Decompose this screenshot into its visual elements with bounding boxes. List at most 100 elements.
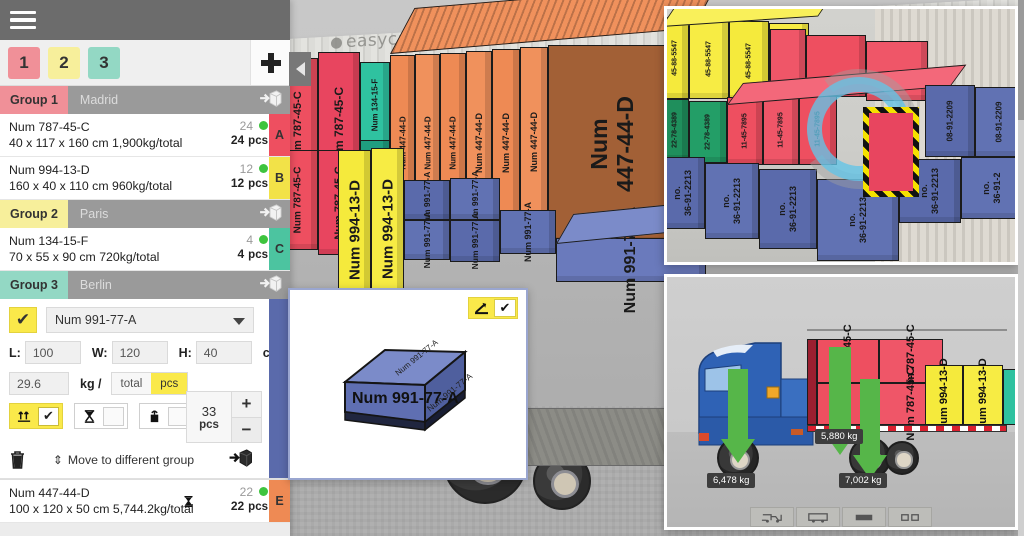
trailer-cargo-box[interactable]: Num 994-13-D: [925, 358, 963, 432]
trailer-cargo-box[interactable]: Num 994-13-D: [963, 358, 1003, 432]
cargo-editor-panel: ✔ Num 991-77-A L: W: H: cm kg / tota: [0, 299, 290, 443]
chevron-left-icon: [295, 62, 305, 76]
dimensions-row: L: W: H: cm: [9, 341, 281, 364]
view-pallet-button[interactable]: [888, 507, 932, 527]
weight-input[interactable]: [9, 372, 69, 395]
group-city: Berlin: [79, 278, 112, 292]
crate-label: 22-78-4389: [671, 112, 679, 148]
cargo-list-item[interactable]: Num 447-44-D 100 x 120 x 50 cm 5,744.2kg…: [0, 479, 290, 523]
item-badge: B: [269, 157, 290, 199]
weight-mode-pcs[interactable]: pcs: [151, 373, 188, 394]
rotate-tool-button[interactable]: [469, 298, 493, 318]
confirm-tool-button[interactable]: ✔: [494, 299, 516, 317]
hamburger-icon[interactable]: [10, 10, 36, 30]
group-header-1[interactable]: Group 1 Madrid: [0, 86, 290, 114]
crate-label: 45-88-5547: [705, 41, 713, 77]
group-header-3[interactable]: Group 3 Berlin: [0, 271, 290, 299]
quantity-value: 33: [201, 403, 217, 419]
crate-label: 08-91-2209: [945, 100, 955, 142]
pcs-label: pcs: [248, 501, 268, 513]
quantity-value-wrap: 33 pcs: [187, 392, 231, 442]
this-side-up-checkbox[interactable]: ✔: [38, 406, 59, 426]
crate-box[interactable]: 08-91-2209: [975, 87, 1015, 157]
move-to-group-button[interactable]: ⇕ Move to different group: [18, 453, 229, 467]
add-box-to-group-icon[interactable]: [260, 204, 282, 224]
pcs-label: pcs: [248, 178, 268, 190]
toggle-this-side-up[interactable]: ✔: [9, 403, 63, 429]
group-header-2[interactable]: Group 2 Paris: [0, 200, 290, 228]
height-input[interactable]: [195, 341, 252, 364]
length-input[interactable]: [24, 341, 81, 364]
crate-label: 11-45-7895: [741, 113, 749, 149]
axle-load-label-front: 6,478 kg: [707, 473, 756, 488]
no-stack-checkbox[interactable]: [103, 406, 124, 426]
toggle-fragile[interactable]: [139, 403, 193, 429]
add-group-button[interactable]: [250, 40, 290, 85]
top-bar: [0, 0, 290, 40]
view-container-button[interactable]: [842, 507, 886, 527]
crate-box[interactable]: 22-78-4389: [667, 99, 689, 161]
scrollbar-thumb[interactable]: [1018, 0, 1024, 120]
crate-box[interactable]: no. 36-91-2213: [705, 163, 759, 239]
cargo-box[interactable]: Num 994-13-D: [338, 150, 371, 310]
group-tag: Group 3: [0, 271, 68, 299]
crate-box[interactable]: 45-88-5547: [689, 19, 729, 99]
cargo-list-item[interactable]: Num 134-15-F 70 x 55 x 90 cm 720kg/total…: [0, 228, 290, 271]
toggle-no-stack[interactable]: [74, 403, 128, 429]
item-quantity: 24 24 pcs: [204, 119, 268, 147]
box-preview-popup: ✔ Num 991-77-A Num 991-77-A Num 991-77-A: [288, 288, 528, 480]
cargo-list-item[interactable]: Num 787-45-C 40 x 117 x 160 cm 1,900kg/t…: [0, 114, 290, 157]
crate-box[interactable]: 22-78-4389: [689, 101, 727, 163]
cargo-type-select[interactable]: Num 991-77-A: [46, 307, 254, 333]
collapse-sidebar-button[interactable]: [289, 52, 311, 86]
width-input[interactable]: [111, 341, 168, 364]
crate-box[interactable]: no. 36-91-2213: [667, 157, 705, 229]
crate-box[interactable]: no. 36-91-2213: [759, 169, 817, 249]
add-box-to-group-icon[interactable]: [260, 90, 282, 110]
view-trailer-button[interactable]: [796, 507, 840, 527]
quantity-increment-button[interactable]: +: [232, 392, 261, 418]
crate-label: no. 36-91-2213: [721, 177, 742, 225]
axle-load-panel[interactable]: Num 787-45-C Num 787-45-C Num 787-45-C N…: [664, 274, 1018, 530]
add-box-to-group-icon[interactable]: [260, 275, 282, 295]
crate-box[interactable]: 11-45-7895: [727, 97, 763, 165]
cargo-box[interactable]: Num 991-77-A: [450, 213, 500, 269]
cargo-box-label: Num 991-77-A: [422, 211, 432, 269]
selected-cargo-label: Num 991-77-A: [55, 313, 137, 327]
group-tab-3[interactable]: 3: [88, 46, 120, 79]
fragile-icon: [140, 409, 168, 424]
add-box-icon[interactable]: [229, 449, 253, 470]
preview-toolbar: ✔: [468, 297, 518, 319]
crate-box[interactable]: no. 36-91-2: [961, 157, 1015, 219]
editor-enable-checkbox[interactable]: ✔: [9, 307, 37, 333]
cargo-box[interactable]: Num 994-13-D: [371, 148, 404, 310]
crate-label: 45-88-5547: [671, 40, 679, 76]
cargo-list-item[interactable]: Num 994-13-D 160 x 40 x 110 cm 960kg/tot…: [0, 157, 290, 200]
editor-select-row: ✔ Num 991-77-A: [9, 307, 281, 333]
vertical-scrollbar[interactable]: [1018, 0, 1024, 536]
cargo-box[interactable]: Num 134-15-F: [360, 62, 390, 147]
selected-crate-highlight[interactable]: [863, 107, 919, 197]
app-root: easycargo Num 787-45-C Num 787-45-C Num …: [0, 0, 1024, 536]
crate-box[interactable]: 45-88-5547: [667, 17, 689, 99]
cargo-box-label: Num 134-15-F: [370, 78, 380, 131]
cargo-box-label: Num 991-77-A: [470, 212, 480, 270]
group-tab-1[interactable]: 1: [8, 46, 40, 79]
group-city: Paris: [79, 207, 109, 221]
group-tag: Group 2: [0, 200, 68, 228]
crate-box[interactable]: 08-91-2209: [925, 85, 975, 157]
crate-label: 45-88-5547: [745, 43, 753, 79]
item-badge: C: [269, 228, 290, 270]
group-tab-2[interactable]: 2: [48, 46, 80, 79]
detail-3d-panel[interactable]: 45-88-5547 45-88-5547 45-88-5547 45-88-5…: [664, 6, 1018, 265]
status-dot: [259, 235, 268, 244]
weight-mode-total[interactable]: total: [111, 373, 152, 394]
crate-label: 08-91-2209: [994, 101, 1004, 143]
quantity-decrement-button[interactable]: −: [232, 417, 261, 442]
crate-box[interactable]: 11-45-7895: [763, 95, 799, 165]
trailer-cargo-box[interactable]: [1003, 369, 1015, 425]
cargo-box[interactable]: Num 991-77-A: [500, 202, 556, 262]
width-label: W:: [91, 345, 108, 360]
view-truck-button[interactable]: [750, 507, 794, 527]
cargo-box[interactable]: Num 991-77-A: [404, 212, 450, 268]
